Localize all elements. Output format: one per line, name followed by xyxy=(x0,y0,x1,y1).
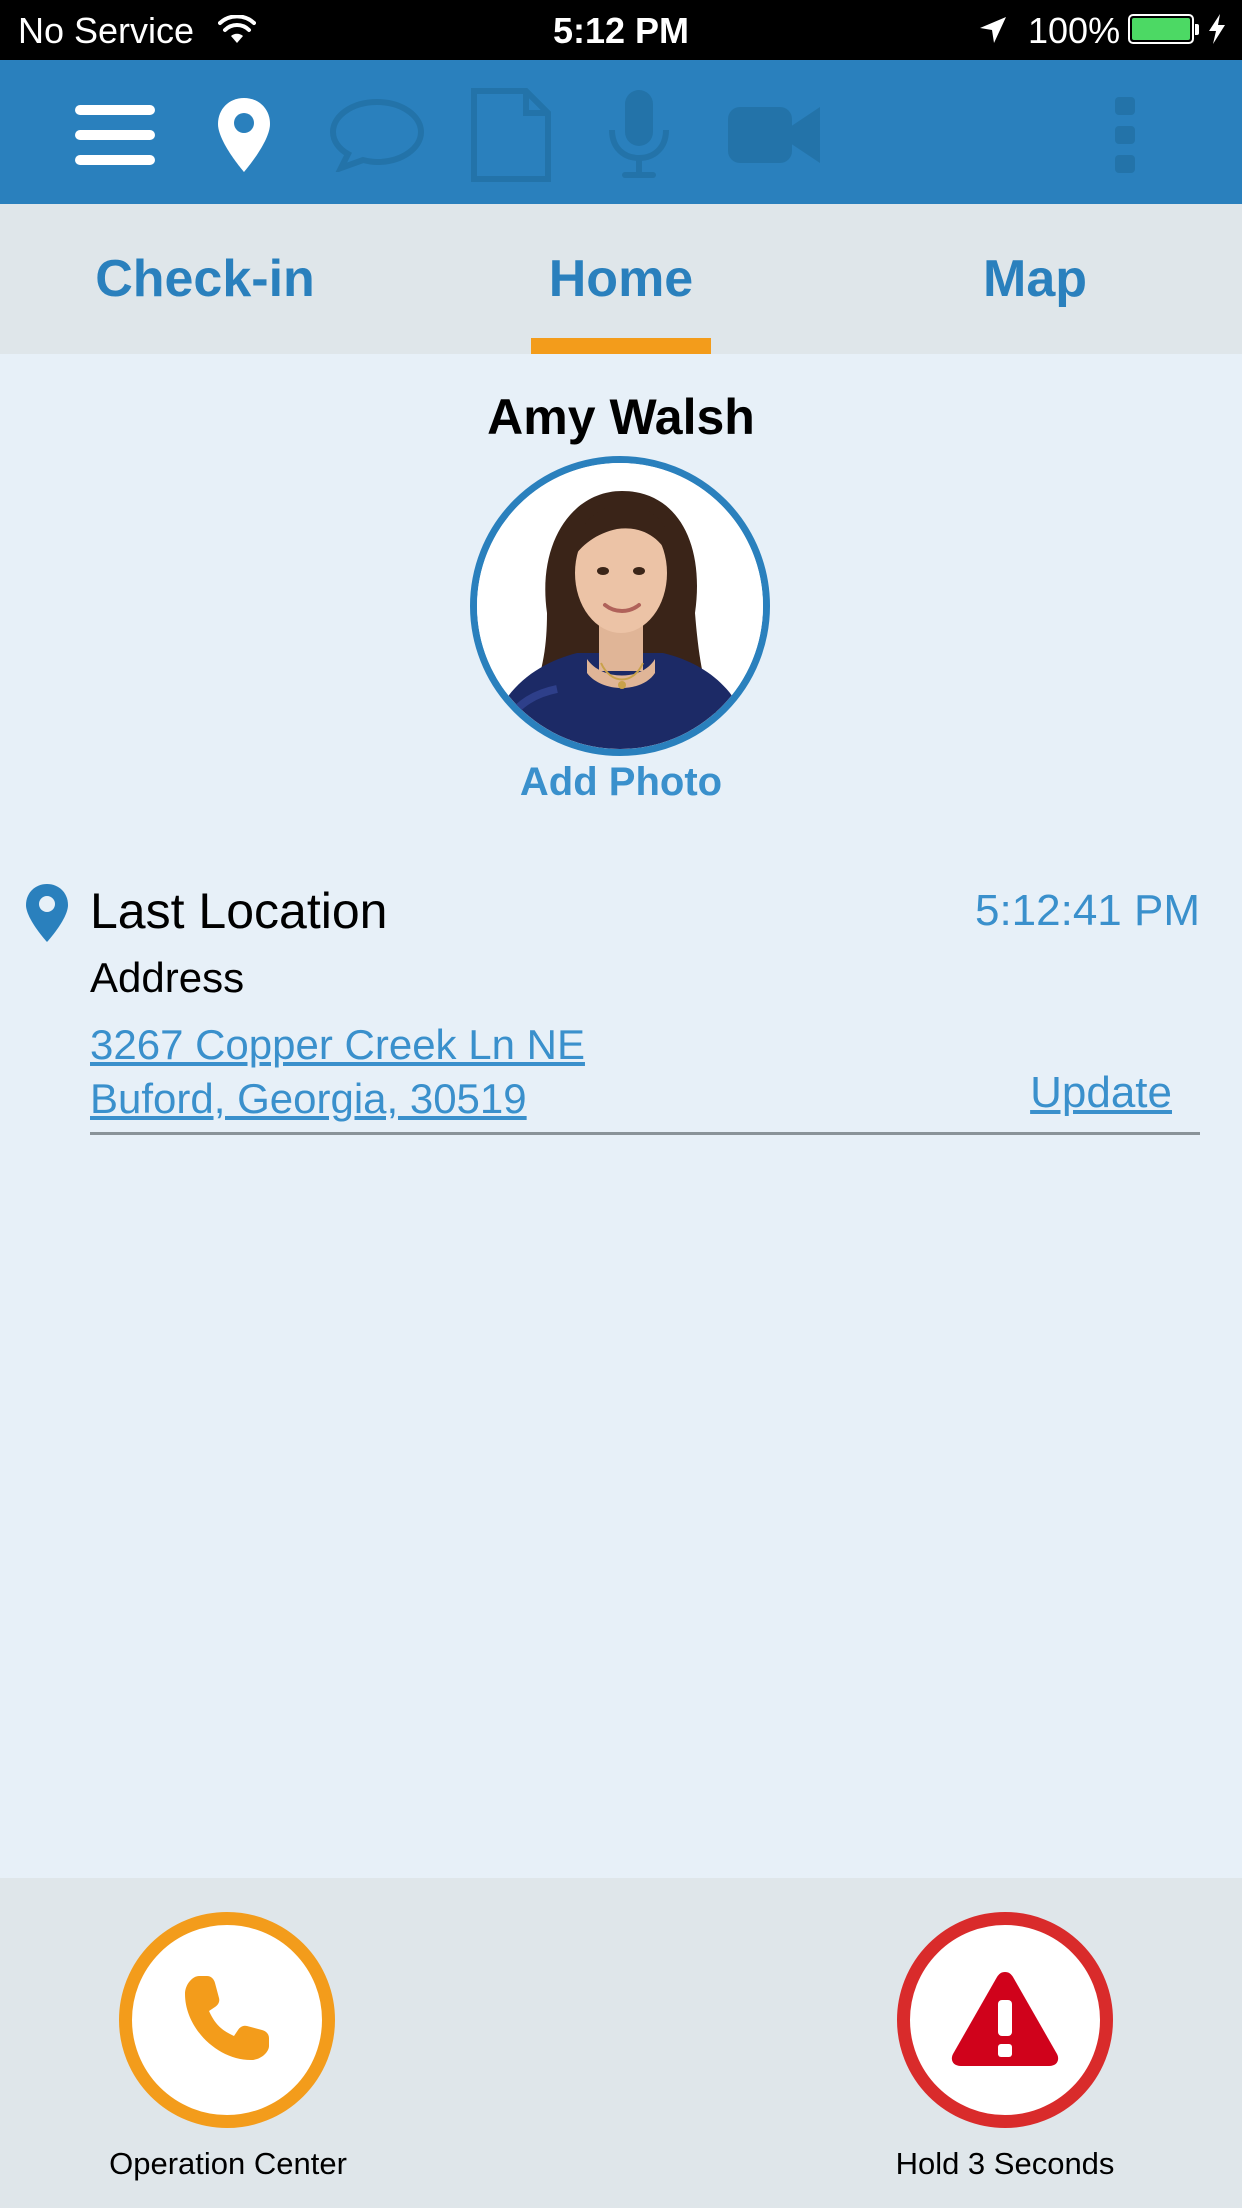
tab-home[interactable]: Home xyxy=(456,204,786,354)
menu-icon[interactable] xyxy=(74,90,156,180)
divider xyxy=(90,1132,1200,1135)
location-arrow-icon xyxy=(978,12,1008,54)
charging-bolt-icon xyxy=(1206,12,1228,54)
location-pin-icon[interactable] xyxy=(214,90,274,180)
profile-name: Amy Walsh xyxy=(487,389,755,445)
location-pin-icon xyxy=(24,882,70,949)
avatar[interactable] xyxy=(470,456,770,756)
chat-bubble-icon[interactable] xyxy=(328,90,426,180)
address-label: Address xyxy=(90,954,245,1001)
last-location-time: 5:12:41 PM xyxy=(974,886,1200,935)
bottom-action-bar: Operation Center Hold 3 Seconds xyxy=(0,1878,1242,2208)
video-camera-icon[interactable] xyxy=(726,90,822,180)
tab-bar: Check-in Home Map xyxy=(0,204,1242,354)
last-location-title: Last Location xyxy=(90,883,388,939)
address-line-1: 3267 Copper Creek Ln NE xyxy=(90,1021,585,1068)
address-link[interactable]: 3267 Copper Creek Ln NE Buford, Georgia,… xyxy=(90,1018,585,1126)
battery-icon xyxy=(1128,14,1199,44)
microphone-icon[interactable] xyxy=(608,90,670,180)
status-bar: No Service 5:12 PM 100% xyxy=(0,0,1242,60)
call-operation-center-button[interactable] xyxy=(119,1912,335,2128)
more-vertical-icon[interactable] xyxy=(1110,90,1140,180)
hold-3-seconds-label: Hold 3 Seconds xyxy=(895,2146,1115,2181)
update-location-link[interactable]: Update xyxy=(1030,1068,1172,1118)
tab-map[interactable]: Map xyxy=(870,204,1200,354)
warning-icon xyxy=(949,1968,1061,2073)
address-line-2: Buford, Georgia, 30519 xyxy=(90,1075,527,1122)
phone-icon xyxy=(177,1968,277,2073)
top-toolbar xyxy=(0,60,1242,204)
operation-center-label: Operation Center xyxy=(109,2146,347,2181)
tab-check-in[interactable]: Check-in xyxy=(40,204,370,354)
sos-alert-button[interactable] xyxy=(897,1912,1113,2128)
document-icon[interactable] xyxy=(470,88,552,182)
battery-percentage: 100% xyxy=(1028,10,1121,51)
active-tab-indicator xyxy=(531,338,711,354)
add-photo-link[interactable]: Add Photo xyxy=(0,760,1242,805)
